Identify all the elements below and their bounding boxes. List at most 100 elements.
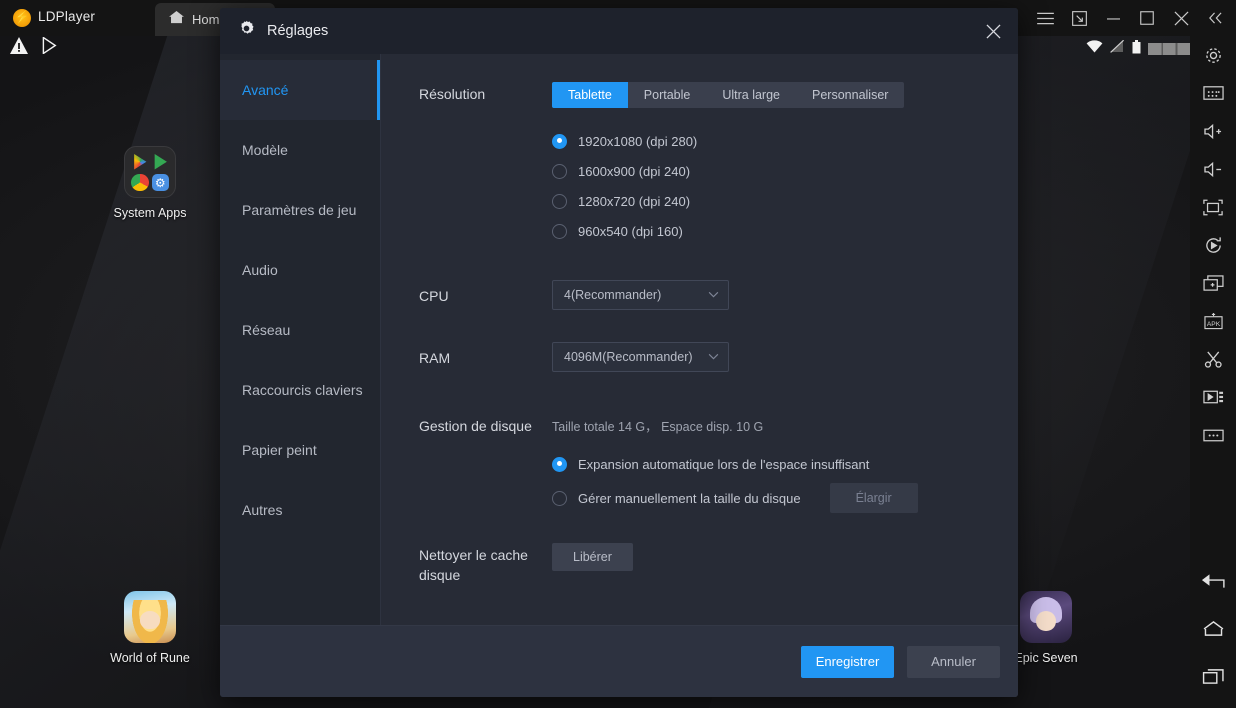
install-apk-button[interactable]: APK (1190, 302, 1236, 340)
screen-record-button[interactable] (1190, 378, 1236, 416)
disk-option-auto-expand[interactable]: Expansion automatique lors de l'espace i… (552, 447, 1018, 481)
google-play-icon[interactable] (42, 37, 58, 59)
sidebar-item-autres[interactable]: Autres (220, 480, 380, 540)
ldplayer-logo-icon (13, 9, 31, 27)
sidebar-item-label: Modèle (242, 142, 288, 158)
home-icon (169, 11, 184, 29)
disk-management-label: Gestion de disque (419, 414, 552, 515)
dialog-footer: Enregistrer Annuler (220, 625, 1018, 697)
world-of-rune-icon (124, 591, 176, 643)
save-button[interactable]: Enregistrer (801, 646, 894, 678)
dialog-close-button[interactable] (976, 14, 1010, 48)
disk-option-label: Expansion automatique lors de l'espace i… (578, 457, 869, 472)
disk-option-manual[interactable]: Gérer manuellement la taille du disque É… (552, 481, 1018, 515)
settings-dialog: Réglages Avancé Modèle Paramètres de jeu… (220, 8, 1018, 697)
wifi-icon (1086, 40, 1103, 58)
resolution-option-label: 1920x1080 (dpi 280) (578, 134, 697, 149)
dialog-title: Réglages (267, 23, 328, 39)
chevron-down-icon (708, 352, 719, 363)
resolution-option-1600x900[interactable]: 1600x900 (dpi 240) (552, 156, 1018, 186)
sidebar-item-label: Autres (242, 502, 282, 518)
android-recents-button[interactable] (1190, 652, 1236, 700)
close-button[interactable] (1164, 0, 1198, 36)
sidebar-item-avance[interactable]: Avancé (220, 60, 380, 120)
clear-cache-row: Nettoyer le cache disque Libérer (381, 543, 1018, 585)
desktop-icon-label: System Apps (96, 206, 204, 220)
resolution-option-label: 1280x720 (dpi 240) (578, 194, 690, 209)
settings-rail-button[interactable] (1190, 36, 1236, 74)
keyboard-mapping-button[interactable] (1190, 74, 1236, 112)
resolution-option-label: 960x540 (dpi 160) (578, 224, 683, 239)
maximize-button[interactable] (1130, 0, 1164, 36)
android-home-button[interactable] (1190, 604, 1236, 652)
screenshot-button[interactable] (1190, 340, 1236, 378)
radio-icon[interactable] (552, 224, 567, 239)
cancel-button[interactable]: Annuler (907, 646, 1000, 678)
clear-cache-label: Nettoyer le cache disque (419, 543, 552, 585)
cpu-select[interactable]: 4(Recommander) (552, 280, 729, 310)
more-button[interactable] (1190, 416, 1236, 454)
ram-select-value: 4096M(Recommander) (564, 350, 693, 364)
disk-options: Expansion automatique lors de l'espace i… (552, 447, 1018, 515)
sidebar-item-label: Réseau (242, 322, 290, 338)
multi-instance-button[interactable] (1062, 0, 1096, 36)
resolution-tab-ultra-large[interactable]: Ultra large (706, 82, 796, 108)
ram-row: RAM 4096M(Recommander) (381, 342, 1018, 372)
collapse-toolbar-button[interactable] (1198, 0, 1232, 36)
resolution-option-1920x1080[interactable]: 1920x1080 (dpi 280) (552, 126, 1018, 156)
cpu-select-value: 4(Recommander) (564, 288, 661, 302)
right-toolbar: APK (1190, 36, 1236, 708)
sidebar-item-raccourcis-claviers[interactable]: Raccourcis claviers (220, 360, 380, 420)
sidebar-item-label: Avancé (242, 82, 288, 98)
radio-icon[interactable] (552, 457, 567, 472)
system-apps-folder-icon (124, 146, 176, 198)
android-status-bar (1086, 38, 1190, 60)
sidebar-item-modele[interactable]: Modèle (220, 120, 380, 180)
fullscreen-button[interactable] (1190, 188, 1236, 226)
sidebar-item-audio[interactable]: Audio (220, 240, 380, 300)
disk-option-label: Gérer manuellement la taille du disque (578, 491, 801, 506)
radio-icon[interactable] (552, 134, 567, 149)
screen-rotate-button[interactable] (1190, 226, 1236, 264)
dialog-body: Avancé Modèle Paramètres de jeu Audio Ré… (220, 54, 1018, 625)
resolution-tab-portable[interactable]: Portable (628, 82, 707, 108)
multi-instance-rail-button[interactable] (1190, 264, 1236, 302)
radio-icon[interactable] (552, 491, 567, 506)
battery-icon (1132, 40, 1141, 59)
minimize-button[interactable] (1096, 0, 1130, 36)
sidebar-item-parametres-de-jeu[interactable]: Paramètres de jeu (220, 180, 380, 240)
ram-select[interactable]: 4096M(Recommander) (552, 342, 729, 372)
free-cache-button[interactable]: Libérer (552, 543, 633, 571)
sidebar-item-reseau[interactable]: Réseau (220, 300, 380, 360)
resolution-option-1280x720[interactable]: 1280x720 (dpi 240) (552, 186, 1018, 216)
disk-space-info: Taille totale 14 G， Espace disp. 10 G (552, 414, 1018, 435)
resolution-tab-tablette[interactable]: Tablette (552, 82, 628, 108)
sidebar-item-papier-peint[interactable]: Papier peint (220, 420, 380, 480)
settings-content: Résolution Tablette Portable Ultra large… (381, 54, 1018, 625)
desktop-icon-system-apps[interactable]: System Apps (96, 146, 204, 220)
resolution-option-960x540[interactable]: 960x540 (dpi 160) (552, 216, 1018, 246)
ram-label: RAM (419, 346, 552, 368)
android-back-button[interactable] (1190, 556, 1236, 604)
resolution-label: Résolution (419, 82, 552, 246)
notification-icons (10, 37, 58, 59)
radio-icon[interactable] (552, 194, 567, 209)
resolution-tab-personnaliser[interactable]: Personnaliser (796, 82, 904, 108)
expand-disk-button[interactable]: Élargir (830, 483, 918, 513)
sidebar-item-label: Papier peint (242, 442, 317, 458)
warning-triangle-icon[interactable] (10, 37, 28, 59)
disk-management-row: Gestion de disque Taille totale 14 G， Es… (381, 414, 1018, 515)
desktop-icon-world-of-rune[interactable]: World of Rune (96, 591, 204, 665)
volume-up-button[interactable] (1190, 112, 1236, 150)
resolution-option-label: 1600x900 (dpi 240) (578, 164, 690, 179)
volume-down-button[interactable] (1190, 150, 1236, 188)
resolution-row: Résolution Tablette Portable Ultra large… (381, 82, 1018, 246)
radio-icon[interactable] (552, 164, 567, 179)
epic-seven-icon (1020, 591, 1072, 643)
dialog-header: Réglages (220, 8, 1018, 54)
app-brand-label: LDPlayer (38, 9, 95, 24)
sidebar-item-label: Audio (242, 262, 278, 278)
resolution-options: 1920x1080 (dpi 280) 1600x900 (dpi 240) 1… (552, 126, 1018, 246)
menu-button[interactable] (1028, 0, 1062, 36)
battery-level-bar (1148, 43, 1190, 55)
